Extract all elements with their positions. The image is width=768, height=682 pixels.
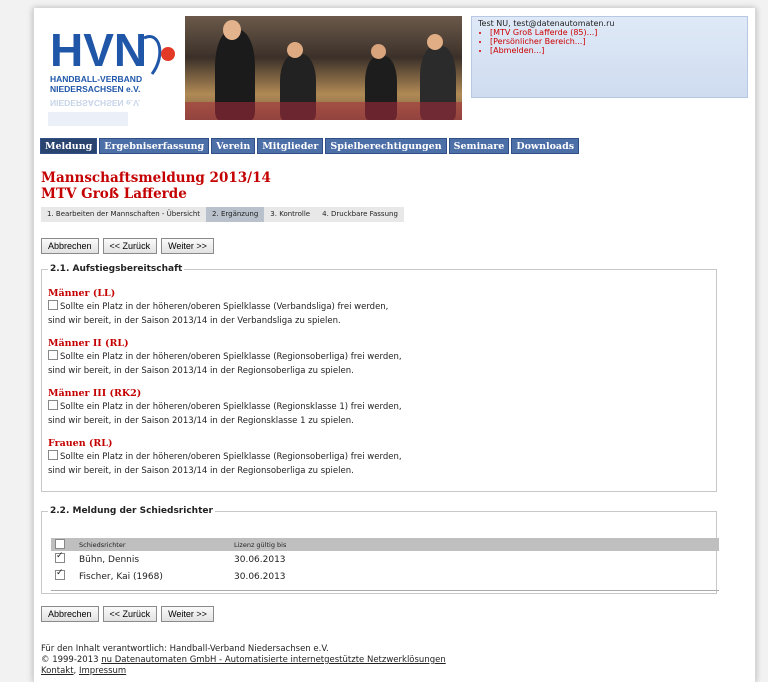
team-text-line1: Sollte ein Platz in der höheren/oberen S…	[60, 352, 402, 362]
back-button[interactable]: << Zurück	[102, 606, 158, 622]
team-name: Frauen (RL)	[48, 438, 113, 449]
step-2-current: 2. Ergänzung	[206, 207, 265, 222]
team-block: Frauen (RL) Sollte ein Platz in der höhe…	[48, 438, 402, 478]
footer-impressum-link[interactable]: Impressum	[79, 666, 126, 676]
main-navigation: Meldung Ergebniserfassung Verein Mitglie…	[40, 138, 580, 154]
team-text-line2: sind wir bereit, in der Saison 2013/14 i…	[48, 366, 354, 376]
referee-table: Schiedsrichter Lizenz gültig bis Bühn, D…	[51, 538, 719, 591]
table-divider	[51, 590, 719, 591]
hvn-logo: HVN HANDBALL-VERBAND NIEDERSACHSEN e.V. …	[48, 16, 188, 128]
user-link-logout[interactable]: [Abmelden...]	[490, 46, 741, 55]
column-header-referee: Schiedsrichter	[79, 540, 126, 549]
button-row-bottom: Abbrechen << Zurück Weiter >>	[41, 606, 214, 622]
referee-checkbox[interactable]	[55, 551, 65, 563]
referee-checkbox[interactable]	[55, 568, 65, 580]
footer: Für den Inhalt verantwortlich: Handball-…	[41, 644, 446, 676]
promotion-checkbox[interactable]	[48, 300, 58, 310]
footer-kontakt-link[interactable]: Kontakt	[41, 666, 74, 676]
nav-mitglieder[interactable]: Mitglieder	[257, 138, 324, 154]
team-block: Männer (LL) Sollte ein Platz in der höhe…	[48, 288, 388, 328]
team-text-line2: sind wir bereit, in der Saison 2013/14 i…	[48, 316, 341, 326]
team-name: Männer II (RL)	[48, 338, 129, 349]
step-1: 1. Bearbeiten der Mannschaften - Übersic…	[41, 207, 207, 222]
next-button[interactable]: Weiter >>	[161, 238, 214, 254]
team-block: Männer III (RK2) Sollte ein Platz in der…	[48, 388, 402, 428]
next-button[interactable]: Weiter >>	[161, 606, 214, 622]
step-3: 3. Kontrolle	[264, 207, 317, 222]
nav-seminare[interactable]: Seminare	[448, 138, 510, 154]
team-text-line1: Sollte ein Platz in der höheren/oberen S…	[60, 302, 389, 312]
button-row-top: Abbrechen << Zurück Weiter >>	[41, 238, 214, 254]
table-header: Schiedsrichter Lizenz gültig bis	[51, 538, 719, 551]
section-2-legend: 2.2. Meldung der Schiedsrichter	[50, 506, 213, 516]
cancel-button[interactable]: Abbrechen	[41, 606, 99, 622]
promotion-checkbox[interactable]	[48, 450, 58, 460]
table-row: Bühn, Dennis 30.06.2013	[51, 551, 719, 568]
user-link-club[interactable]: [MTV Groß Lafferde (85)...]	[490, 28, 741, 37]
header-banner-image	[185, 16, 462, 120]
promotion-checkbox[interactable]	[48, 400, 58, 410]
user-identity: Test NU, test@datenautomaten.ru	[478, 19, 615, 28]
nav-spielberechtigungen[interactable]: Spielberechtigungen	[325, 138, 447, 154]
logo-line1: HANDBALL-VERBAND	[50, 74, 142, 84]
progress-steps: 1. Bearbeiten der Mannschaften - Übersic…	[41, 207, 404, 222]
logo-line2: NIEDERSACHSEN e.V.	[50, 84, 140, 94]
license-date: 30.06.2013	[234, 554, 286, 565]
page-subtitle: MTV Groß Lafferde	[41, 186, 187, 202]
hvn-logo-graphic: HVN HANDBALL-VERBAND NIEDERSACHSEN e.V. …	[48, 24, 175, 126]
select-all-checkbox[interactable]	[55, 538, 65, 549]
footer-copyright: © 1999-2013	[41, 655, 99, 665]
footer-vendor-link[interactable]: nu Datenautomaten GmbH - Automatisierte …	[101, 655, 445, 665]
nav-downloads[interactable]: Downloads	[511, 138, 580, 154]
team-text-line1: Sollte ein Platz in der höheren/oberen S…	[60, 452, 402, 462]
referee-name: Fischer, Kai (1968)	[79, 571, 163, 582]
cancel-button[interactable]: Abbrechen	[41, 238, 99, 254]
referee-name: Bühn, Dennis	[79, 554, 140, 565]
team-text-line2: sind wir bereit, in der Saison 2013/14 i…	[48, 466, 354, 476]
team-name: Männer (LL)	[48, 288, 116, 299]
team-text-line1: Sollte ein Platz in der höheren/oberen S…	[60, 402, 402, 412]
page-title: Mannschaftsmeldung 2013/14	[41, 170, 271, 186]
column-header-license: Lizenz gültig bis	[234, 540, 287, 549]
section-schiedsrichter: 2.2. Meldung der Schiedsrichter Schiedsr…	[41, 506, 719, 594]
svg-text:NIEDERSACHSEN e.V.: NIEDERSACHSEN e.V.	[50, 98, 140, 108]
user-link-personal[interactable]: [Persönlicher Bereich...]	[490, 37, 741, 46]
page-container: HVN HANDBALL-VERBAND NIEDERSACHSEN e.V. …	[33, 8, 756, 682]
logo-letters: HVN	[50, 24, 147, 76]
license-date: 30.06.2013	[234, 571, 286, 582]
step-4: 4. Druckbare Fassung	[316, 207, 404, 222]
table-row: Fischer, Kai (1968) 30.06.2013	[51, 568, 719, 585]
page-title-block: Mannschaftsmeldung 2013/14 MTV Groß Laff…	[41, 170, 271, 202]
ball-icon	[161, 47, 175, 61]
promotion-checkbox[interactable]	[48, 350, 58, 360]
section-aufstiegsbereitschaft: 2.1. Aufstiegsbereitschaft Männer (LL) S…	[41, 264, 717, 492]
nav-verein[interactable]: Verein	[211, 138, 256, 154]
team-block: Männer II (RL) Sollte ein Platz in der h…	[48, 338, 402, 378]
footer-responsible: Für den Inhalt verantwortlich: Handball-…	[41, 644, 329, 654]
nav-meldung[interactable]: Meldung	[40, 138, 98, 154]
team-name: Männer III (RK2)	[48, 388, 142, 399]
team-text-line2: sind wir bereit, in der Saison 2013/14 i…	[48, 416, 354, 426]
user-info-box: Test NU, test@datenautomaten.ru [MTV Gro…	[471, 16, 748, 98]
section-1-legend: 2.1. Aufstiegsbereitschaft	[50, 264, 183, 274]
nav-ergebniserfassung[interactable]: Ergebniserfassung	[99, 138, 210, 154]
back-button[interactable]: << Zurück	[102, 238, 158, 254]
